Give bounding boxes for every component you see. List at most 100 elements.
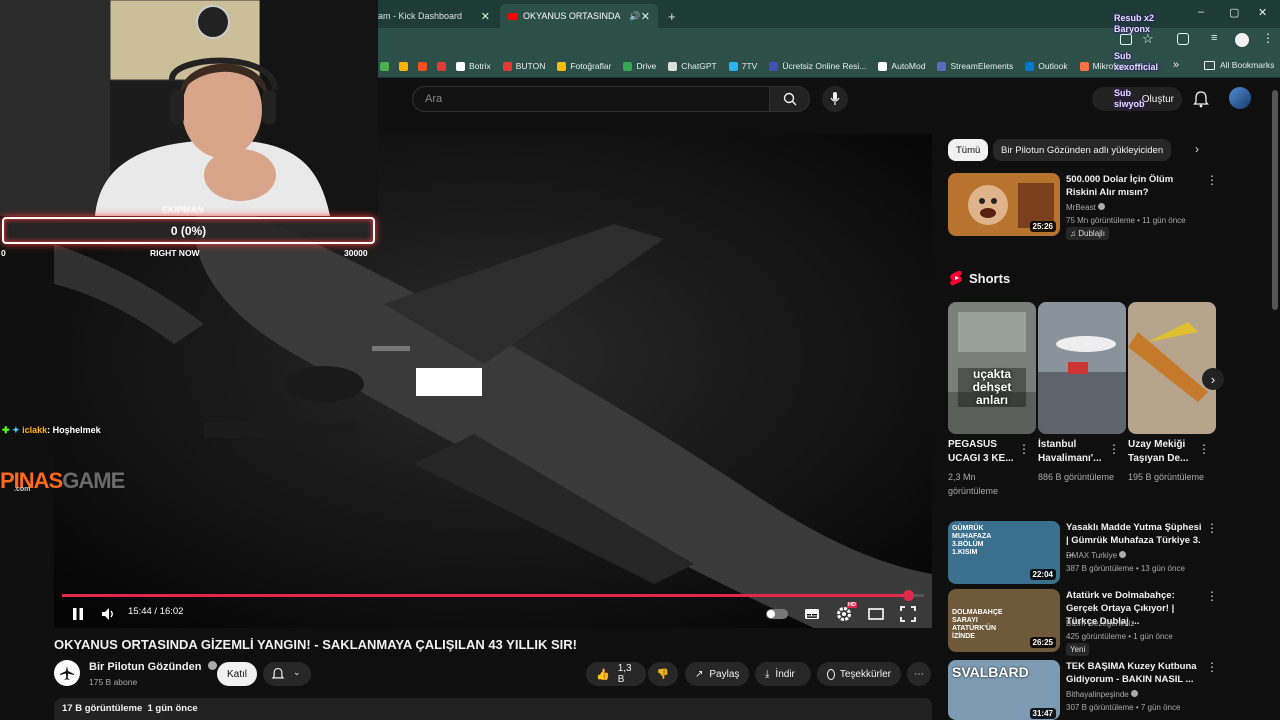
chip-from-uploader[interactable]: Bir Pilotun Gözünden adlı yükleyiciden [993, 139, 1172, 161]
brand-sub: .com [14, 486, 31, 493]
bookmark-item[interactable]: Botrix [456, 61, 491, 71]
cast-icon[interactable] [1120, 34, 1132, 45]
close-window-icon[interactable]: ✕ [1258, 6, 1267, 19]
page-scrollbar[interactable] [1272, 90, 1278, 310]
video-timecode: 15:44 / 16:02 [128, 606, 184, 617]
shorts-logo-icon [948, 270, 964, 286]
shorts-heading: Shorts [969, 271, 1011, 286]
channel-avatar[interactable] [54, 660, 80, 686]
bookmark-item[interactable] [380, 61, 393, 71]
tab-label: am - Kick Dashboard [378, 11, 463, 21]
chat-message: ✚ ✦ iclakk: Hoşhelmek [2, 425, 101, 436]
recommended-title[interactable]: 500.000 Dolar İçin Ölüm Riskini Alır mıs… [1066, 173, 1202, 199]
notifications-bell-icon[interactable] [1192, 90, 1210, 108]
more-options-icon[interactable]: ⋮ [1206, 521, 1218, 535]
chip-all[interactable]: Tümü [948, 139, 989, 161]
chevron-right-icon[interactable]: › [1195, 142, 1199, 156]
bookmark-label: Fotoğraflar [570, 61, 612, 71]
short-title[interactable]: Uzay Mekiği Taşıyan De... [1128, 438, 1208, 466]
shorts-next-button[interactable]: › [1202, 368, 1224, 390]
autoplay-toggle[interactable] [766, 609, 788, 619]
dubbed-badge: ♫ Dublajlı [1066, 227, 1109, 240]
like-button[interactable]: 👍 1,3 B [586, 662, 646, 686]
bookmark-item[interactable]: Drive [623, 61, 656, 71]
dislike-button[interactable]: 👎 [648, 662, 678, 686]
share-button[interactable]: ↗ Paylaş [685, 662, 749, 686]
speaker-icon[interactable]: 🔊 [629, 11, 640, 22]
recommended-thumbnail[interactable]: GÜMRÜK MUHAFAZA 3.BÖLÜM 1.KISIM 22:04 [948, 521, 1060, 584]
more-actions-button[interactable]: ⋯ [907, 662, 931, 686]
bookmark-item[interactable]: 7TV [728, 61, 757, 71]
theater-mode-icon[interactable] [868, 606, 884, 622]
account-avatar[interactable] [1229, 87, 1251, 109]
bookmark-label: ChatGPT [681, 61, 717, 71]
profile-icon[interactable] [1235, 33, 1249, 47]
recommended-meta: 387 B görüntüleme • 13 gün önce [1066, 564, 1185, 573]
thanks-button[interactable]: Teşekkürler [817, 662, 901, 686]
bookmark-item[interactable]: Ücretsiz Online Resi... [769, 61, 866, 71]
subtitles-icon[interactable] [804, 606, 820, 622]
maximize-icon[interactable]: ▢ [1229, 6, 1239, 19]
recommended-thumbnail[interactable]: 25:26 [948, 173, 1060, 236]
recommended-thumbnail[interactable]: SVALBARD 31:47 [948, 660, 1060, 720]
join-button[interactable]: Katıl [217, 662, 257, 686]
recommended-channel: DMAX Turkiye [1066, 549, 1127, 562]
channel-name[interactable]: Bir Pilotun Gözünden [89, 661, 217, 673]
alert-text: Baryonx [1114, 24, 1151, 34]
settings-gear-icon[interactable] [836, 606, 852, 622]
minimize-icon[interactable]: – [1198, 6, 1204, 18]
thumbs-down-icon: 👎 [656, 668, 670, 680]
bookmark-item[interactable]: Fotoğraflar [557, 61, 611, 71]
thanks-label: Teşekkürler [839, 668, 891, 680]
bookmark-item[interactable] [437, 61, 450, 71]
extensions-icon[interactable] [1177, 33, 1189, 45]
download-button[interactable]: ⤓ İndir [755, 662, 811, 686]
bookmark-item[interactable] [399, 61, 412, 71]
all-bookmarks-link[interactable]: All Bookmarks [1220, 60, 1274, 70]
bookmark-item[interactable]: StreamElements [937, 61, 1013, 71]
volume-icon[interactable] [100, 606, 116, 622]
reading-list-icon[interactable]: ≡ [1211, 32, 1217, 44]
more-options-icon[interactable]: ⋮ [1206, 173, 1218, 187]
recommended-title[interactable]: TEK BAŞIMA Kuzey Kutbuna Gidiyorum - BAK… [1066, 660, 1202, 686]
more-options-icon[interactable]: ⋮ [1018, 442, 1030, 456]
recommended-thumbnail[interactable]: DOLMABAHÇE SARAYI ATATÜRK'ÜN İZİNDE 26:2… [948, 589, 1060, 652]
progress-played [62, 594, 908, 597]
menu-icon[interactable]: ⋮ [1262, 31, 1274, 45]
search-input[interactable]: Ara [412, 86, 770, 112]
bookmarks-more-icon[interactable]: » [1173, 59, 1179, 71]
short-thumbnail[interactable] [1128, 302, 1216, 434]
more-options-icon[interactable]: ⋮ [1108, 442, 1120, 456]
search-button[interactable] [770, 86, 810, 112]
new-tab-button[interactable]: + [660, 4, 682, 28]
bookmark-label: BUTON [515, 61, 546, 71]
description-box[interactable]: 17 B görüntüleme 1 gün önce [54, 698, 932, 720]
close-tab-icon[interactable]: ✕ [481, 10, 490, 23]
bookmark-item[interactable] [418, 61, 431, 71]
close-tab-icon[interactable]: ✕ [641, 10, 650, 23]
short-thumbnail[interactable] [1038, 302, 1126, 434]
fullscreen-icon[interactable] [900, 606, 916, 622]
short-views: 886 B görüntüleme [1038, 472, 1115, 482]
video-duration: 25:26 [1029, 221, 1056, 232]
bookmark-item[interactable]: AutoMod [878, 61, 925, 71]
short-title[interactable]: PEGASUS UCAGI 3 KE... [948, 438, 1028, 466]
short-title[interactable]: İstanbul Havalimanı'... [1038, 438, 1118, 466]
pause-icon[interactable] [70, 606, 86, 622]
tab-kick-dashboard[interactable]: am - Kick Dashboard ✕ [370, 4, 498, 28]
more-options-icon[interactable]: ⋮ [1198, 442, 1210, 456]
tab-youtube-video[interactable]: OKYANUS ORTASINDA GİZ 🔊 ✕ [500, 4, 658, 28]
bookmark-favicon-icon [380, 61, 389, 71]
video-progress-bar[interactable] [62, 590, 924, 601]
voice-search-button[interactable] [822, 86, 848, 112]
subscription-bell-button[interactable]: ⌄ [263, 662, 311, 686]
bookmark-favicon-icon [557, 61, 567, 71]
more-options-icon[interactable]: ⋮ [1206, 589, 1218, 603]
bookmark-item[interactable]: BUTON [502, 61, 546, 71]
short-thumbnail[interactable]: uçakta dehşet anları [948, 302, 1036, 434]
more-options-icon[interactable]: ⋮ [1206, 660, 1218, 674]
video-duration: 22:04 [1029, 569, 1056, 580]
bookmark-item[interactable]: ChatGPT [668, 61, 717, 71]
bookmark-item[interactable]: Outlook [1025, 61, 1068, 71]
chevron-down-icon: ⌄ [293, 667, 301, 677]
